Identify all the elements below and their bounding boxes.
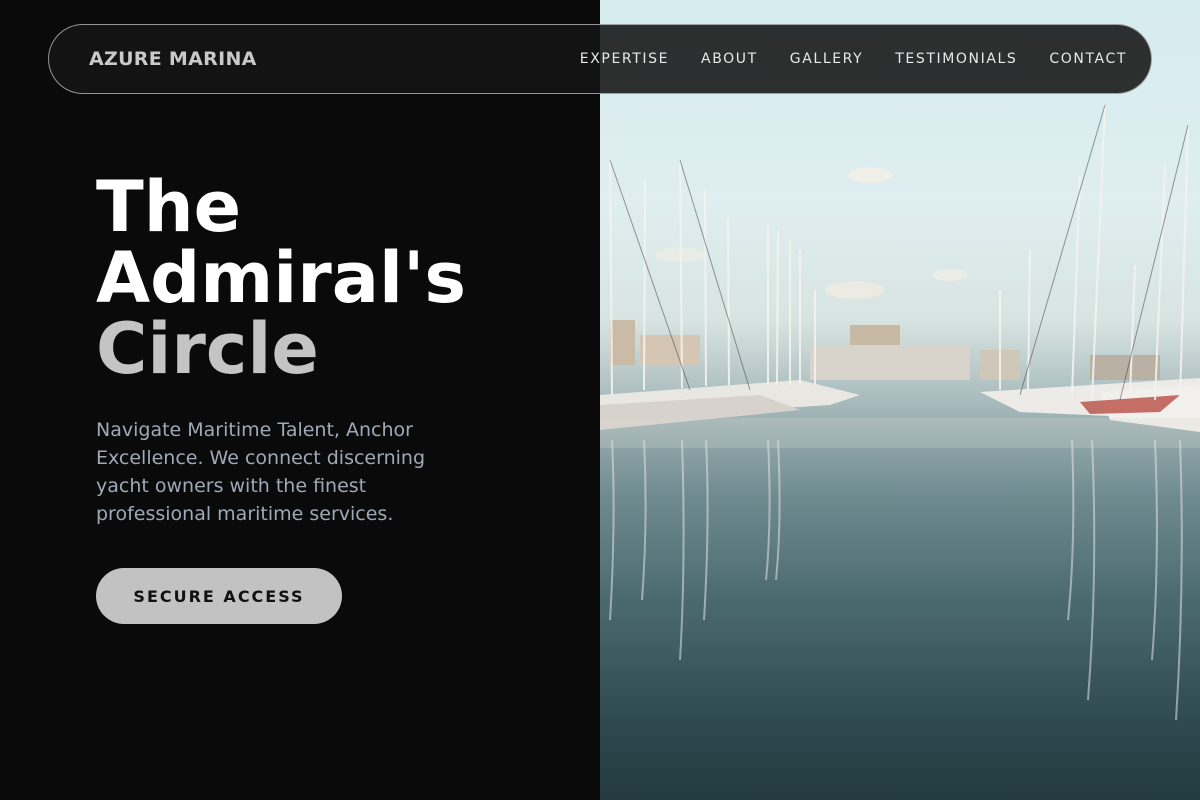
nav-link-gallery[interactable]: GALLERY <box>790 51 863 67</box>
hero-title-line-2: Admiral's <box>96 237 467 319</box>
hero-left-panel <box>0 0 600 800</box>
brand-logo[interactable]: AZURE MARINA <box>89 48 257 70</box>
hero-title-line-3: Circle <box>96 308 319 390</box>
nav-links: EXPERTISE ABOUT GALLERY TESTIMONIALS CON… <box>580 51 1127 67</box>
top-navbar: AZURE MARINA EXPERTISE ABOUT GALLERY TES… <box>48 24 1152 94</box>
secure-access-button[interactable]: SECURE ACCESS <box>96 568 342 624</box>
nav-link-contact[interactable]: CONTACT <box>1049 51 1127 67</box>
nav-link-testimonials[interactable]: TESTIMONIALS <box>895 51 1017 67</box>
hero-title: The Admiral's Circle <box>96 172 576 385</box>
marina-illustration <box>600 104 1200 721</box>
nav-link-expertise[interactable]: EXPERTISE <box>580 51 669 67</box>
hero-subtitle: Navigate Maritime Talent, Anchor Excelle… <box>96 419 426 525</box>
hero-title-line-1: The <box>96 166 242 248</box>
marina-photo <box>600 0 1200 800</box>
nav-link-about[interactable]: ABOUT <box>701 51 758 67</box>
